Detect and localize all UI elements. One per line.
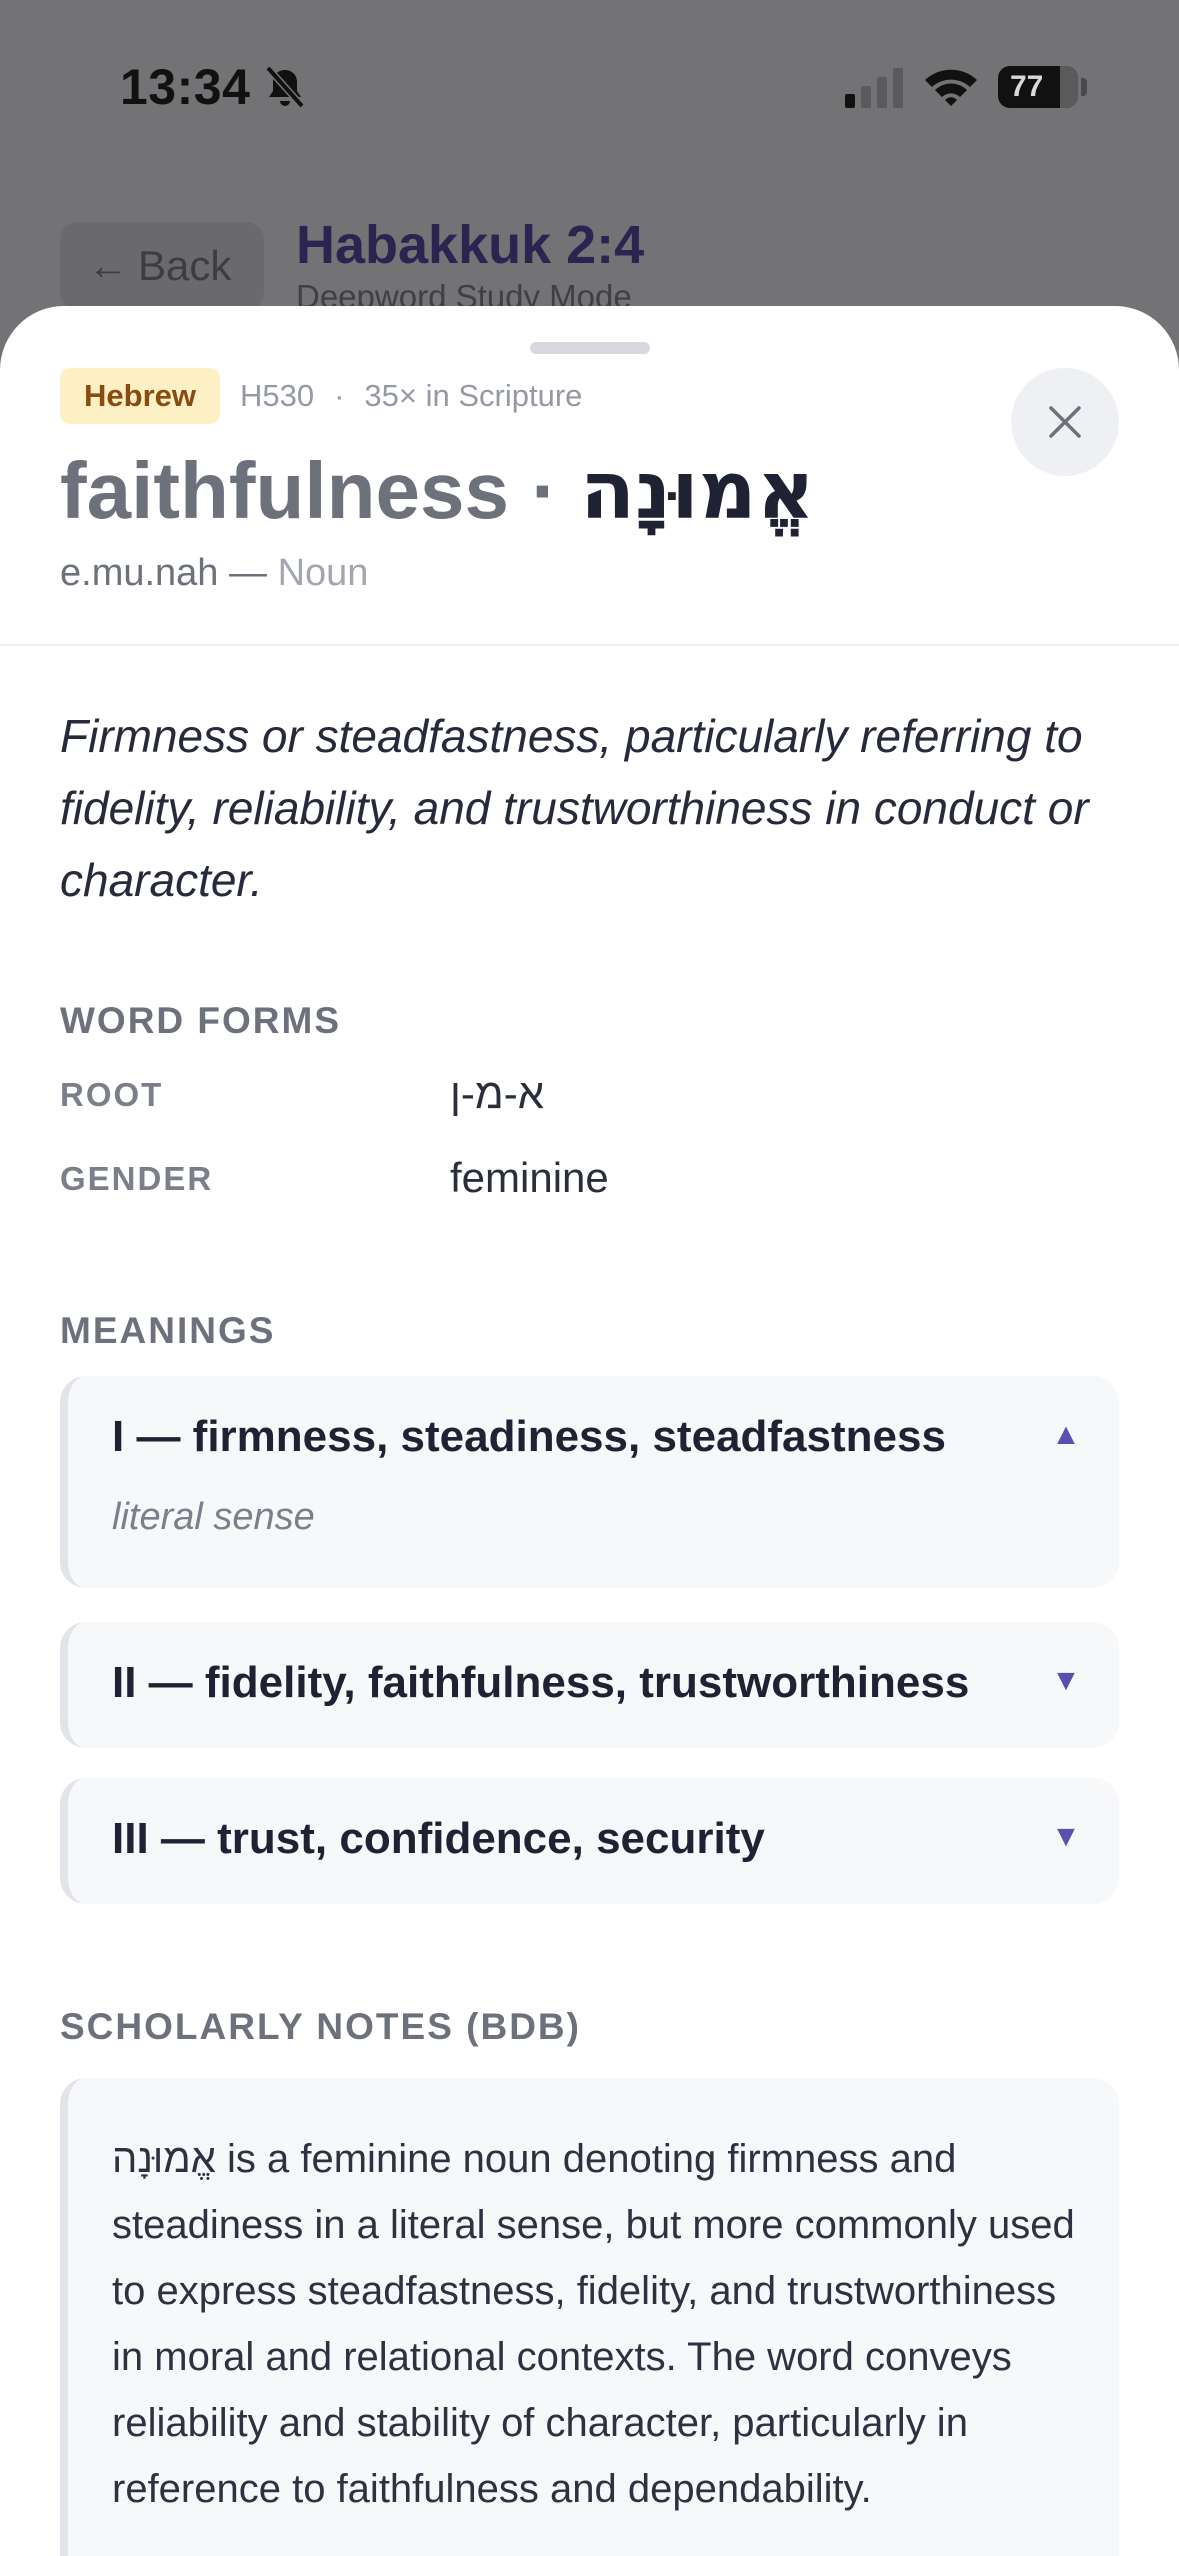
sheet-grabber[interactable]	[530, 342, 650, 354]
strongs-number: H530	[239, 378, 315, 413]
bell-slash-icon	[265, 65, 305, 109]
battery-nub	[1081, 78, 1087, 96]
word-form-label-root: ROOT	[60, 1076, 164, 1113]
meanings-title: MEANINGS	[60, 1310, 276, 1351]
entry-meta: Hebrew H530 · 35× in Scripture	[60, 368, 582, 424]
back-button[interactable]: ← Back	[60, 222, 264, 310]
wifi-icon	[925, 69, 977, 106]
chevron-down-icon[interactable]: ▼	[1051, 1822, 1081, 1852]
definition-text: Firmness or steadfastness, particularly …	[60, 710, 1089, 906]
transliteration: e.mu.nah	[60, 552, 219, 594]
headword-hebrew: אֱמוּנָה	[580, 444, 815, 537]
meaning-heading-1: I — firmness, steadiness, steadfastness	[112, 1412, 946, 1461]
word-form-label-gender: GENDER	[60, 1160, 214, 1197]
pos-separator: —	[229, 552, 268, 594]
meaning-card-3[interactable]: III — trust, confidence, security ▼	[60, 1778, 1119, 1904]
meaning-heading-2: II — fidelity, faithfulness, trustworthi…	[112, 1658, 970, 1707]
header-divider	[0, 644, 1179, 646]
transliteration-line: e.mu.nah — Noun	[60, 552, 368, 595]
close-button[interactable]	[1011, 368, 1119, 476]
page-title: Habakkuk 2:4	[296, 215, 645, 275]
close-icon	[1049, 406, 1081, 438]
part-of-speech: Noun	[277, 552, 369, 594]
battery-level: 77	[1010, 70, 1044, 103]
meaning-heading-3: III — trust, confidence, security	[112, 1814, 765, 1863]
meaning-card-1[interactable]: I — firmness, steadiness, steadfastness …	[60, 1376, 1119, 1588]
battery-icon: 77	[998, 66, 1078, 108]
status-time: 13:34	[120, 59, 251, 115]
status-bar: 13:34 77	[0, 0, 1179, 175]
chevron-down-icon[interactable]: ▼	[1051, 1666, 1081, 1696]
headword-gloss: faithfulness	[60, 446, 509, 535]
cellular-signal-icon	[845, 68, 903, 108]
word-detail-sheet: Hebrew H530 · 35× in Scripture faithfuln…	[0, 306, 1179, 2556]
meta-separator: ·	[334, 378, 345, 413]
language-badge: Hebrew	[60, 368, 220, 424]
meaning-card-2[interactable]: II — fidelity, faithfulness, trustworthi…	[60, 1622, 1119, 1748]
scholarly-notes-title: SCHOLARLY NOTES (BDB)	[60, 2006, 581, 2047]
headword: faithfulness · אֱמוּנָה	[60, 444, 815, 537]
chevron-up-icon[interactable]: ▲	[1051, 1420, 1081, 1450]
scholarly-notes-text: אֱמוּנָה is a feminine noun denoting fir…	[112, 2137, 1075, 2511]
headword-separator: ·	[531, 446, 558, 535]
word-forms-title: WORD FORMS	[60, 1000, 342, 1041]
word-form-value-root: א-מ-ן	[450, 1070, 545, 1117]
scholarly-notes-card: אֱמוּנָה is a feminine noun denoting fir…	[60, 2078, 1119, 2556]
battery-empty-portion	[1060, 66, 1078, 108]
occurrence-count: 35× in Scripture	[364, 378, 583, 413]
meaning-sub-1: literal sense	[112, 1496, 315, 1538]
back-label: Back	[138, 242, 232, 289]
arrow-left-icon: ←	[88, 243, 128, 288]
word-form-value-gender: feminine	[450, 1154, 609, 1201]
